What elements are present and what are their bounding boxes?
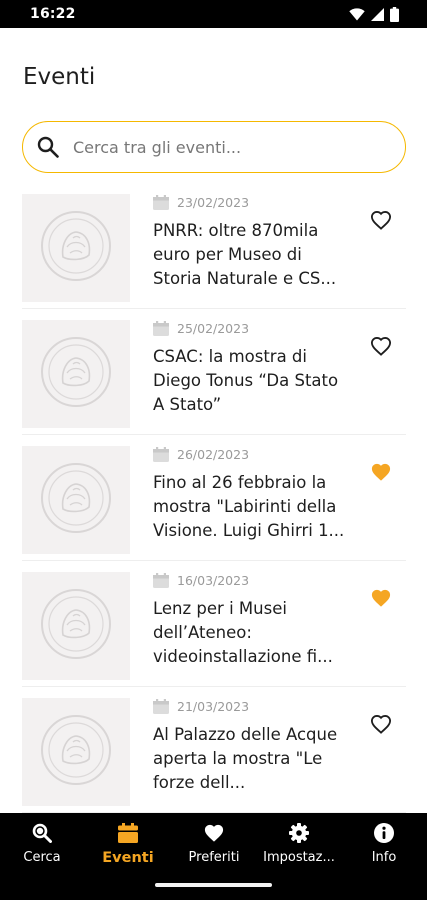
event-thumbnail [22, 194, 130, 302]
event-date: 21/03/2023 [177, 699, 250, 714]
calendar-icon [153, 195, 169, 210]
event-item[interactable]: 23/02/2023 PNRR: oltre 870mila euro per M… [22, 189, 406, 309]
nav-label: Info [371, 850, 397, 865]
event-date-row: 25/02/2023 [153, 321, 249, 336]
favorite-button[interactable] [369, 210, 393, 234]
event-date-row: 26/02/2023 [153, 447, 249, 462]
search-icon [32, 823, 52, 847]
signal-icon [371, 7, 384, 21]
event-date: 23/02/2023 [177, 195, 250, 210]
favorite-button[interactable] [369, 462, 393, 486]
page-title: Eventi [23, 64, 96, 90]
heart-icon [203, 823, 225, 847]
nav-item-calendar[interactable]: Eventi [86, 823, 171, 866]
event-item[interactable]: 21/03/2023 Al Palazzo delle Acque aperta … [22, 693, 406, 813]
nav-label: Impostaz... [263, 850, 335, 865]
home-indicator [155, 883, 272, 887]
calendar-icon [153, 573, 169, 588]
university-seal-icon [37, 585, 115, 667]
event-title[interactable]: CSAC: la mostra di Diego Tonus “Da Stato… [153, 345, 353, 417]
nav-label: Eventi [102, 850, 154, 866]
event-date: 26/02/2023 [177, 447, 250, 462]
event-date-row: 23/02/2023 [153, 195, 249, 210]
event-title[interactable]: Al Palazzo delle Acque aperta la mostra … [153, 723, 353, 795]
event-title[interactable]: Fino al 26 febbraio la mostra "Labirinti… [153, 471, 353, 543]
info-icon [374, 823, 394, 847]
event-thumbnail [22, 320, 130, 428]
favorite-button[interactable] [369, 714, 393, 738]
favorite-button[interactable] [369, 336, 393, 360]
event-thumbnail [22, 446, 130, 554]
event-title[interactable]: PNRR: oltre 870mila euro per Museo di St… [153, 219, 353, 291]
calendar-icon [153, 699, 169, 714]
status-bar: 16:22 [0, 0, 427, 28]
calendar-icon [118, 823, 138, 847]
university-seal-icon [37, 333, 115, 415]
event-item[interactable]: 16/03/2023 Lenz per i Musei dell’Ateneo: … [22, 567, 406, 687]
event-date: 16/03/2023 [177, 573, 250, 588]
nav-item-gear[interactable]: Impostaz... [257, 823, 342, 865]
nav-item-heart[interactable]: Preferiti [172, 823, 257, 865]
nav-item-info[interactable]: Info [342, 823, 427, 865]
battery-icon [390, 6, 399, 22]
heart-icon [370, 462, 392, 486]
status-time: 16:22 [30, 6, 76, 22]
wifi-icon [349, 7, 365, 21]
search-bar[interactable] [22, 121, 406, 173]
search-icon [37, 136, 59, 158]
favorite-button[interactable] [369, 588, 393, 612]
nav-label: Preferiti [188, 850, 240, 865]
heart-icon [370, 336, 392, 360]
heart-icon [370, 714, 392, 738]
heart-icon [370, 588, 392, 612]
event-date-row: 16/03/2023 [153, 573, 249, 588]
event-item[interactable]: 26/02/2023 Fino al 26 febbraio la mostra … [22, 441, 406, 561]
event-title[interactable]: Lenz per i Musei dell’Ateneo: videoinsta… [153, 597, 353, 669]
event-date-row: 21/03/2023 [153, 699, 249, 714]
calendar-icon [153, 321, 169, 336]
heart-icon [370, 210, 392, 234]
status-icons [349, 6, 399, 22]
university-seal-icon [37, 711, 115, 793]
nav-item-search[interactable]: Cerca [0, 823, 85, 865]
event-date: 25/02/2023 [177, 321, 250, 336]
university-seal-icon [37, 207, 115, 289]
search-input[interactable] [73, 137, 373, 157]
event-thumbnail [22, 572, 130, 680]
event-thumbnail [22, 698, 130, 806]
gear-icon [289, 823, 309, 847]
calendar-icon [153, 447, 169, 462]
event-item[interactable]: 25/02/2023 CSAC: la mostra di Diego Tonus… [22, 315, 406, 435]
university-seal-icon [37, 459, 115, 541]
nav-label: Cerca [23, 850, 61, 865]
